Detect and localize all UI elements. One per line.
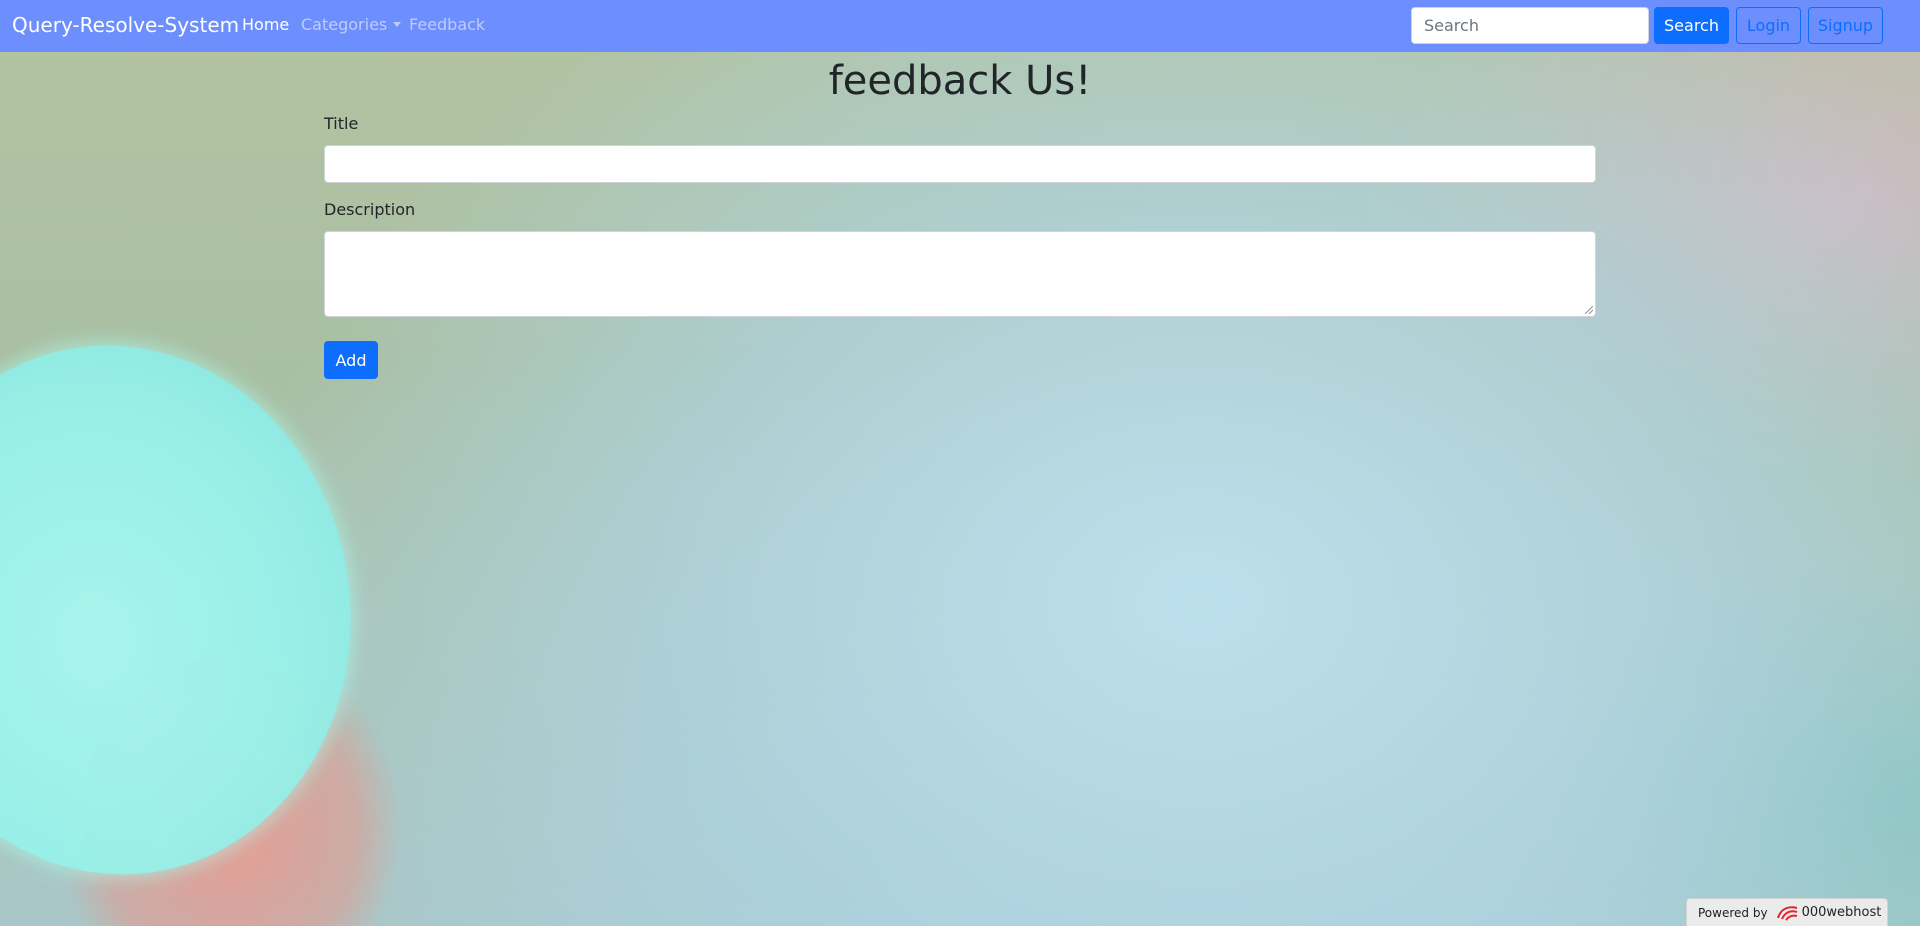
nav-link-home[interactable]: Home [242, 15, 289, 34]
powered-by-host-name: 000webhost [1801, 905, 1882, 920]
background-bokeh-circle [0, 314, 385, 906]
powered-by-text: Powered by [1698, 905, 1768, 920]
search-input[interactable] [1411, 7, 1649, 44]
page-title: feedback Us! [828, 58, 1092, 104]
top-navbar: Query-Resolve-System Home Categories Fee… [0, 0, 1920, 52]
title-field-label: Title [324, 114, 359, 133]
brand-logo-text[interactable]: Query-Resolve-System [12, 13, 239, 37]
title-input[interactable] [324, 145, 1596, 183]
description-field-label: Description [324, 200, 416, 219]
login-button[interactable]: Login [1736, 7, 1801, 44]
search-button[interactable]: Search [1654, 7, 1729, 44]
resize-grip-icon[interactable] [1585, 306, 1593, 314]
signup-button[interactable]: Signup [1808, 7, 1883, 44]
nav-link-categories-dropdown[interactable]: Categories [301, 15, 402, 34]
nav-link-feedback[interactable]: Feedback [409, 15, 485, 34]
add-button[interactable]: Add [324, 341, 378, 379]
description-textarea[interactable] [324, 231, 1596, 317]
powered-by-badge[interactable]: Powered by 000webhost [1686, 898, 1888, 926]
nav-link-categories-label: Categories [301, 15, 388, 34]
caret-down-icon [393, 22, 402, 27]
000webhost-logo-icon [1776, 905, 1797, 921]
